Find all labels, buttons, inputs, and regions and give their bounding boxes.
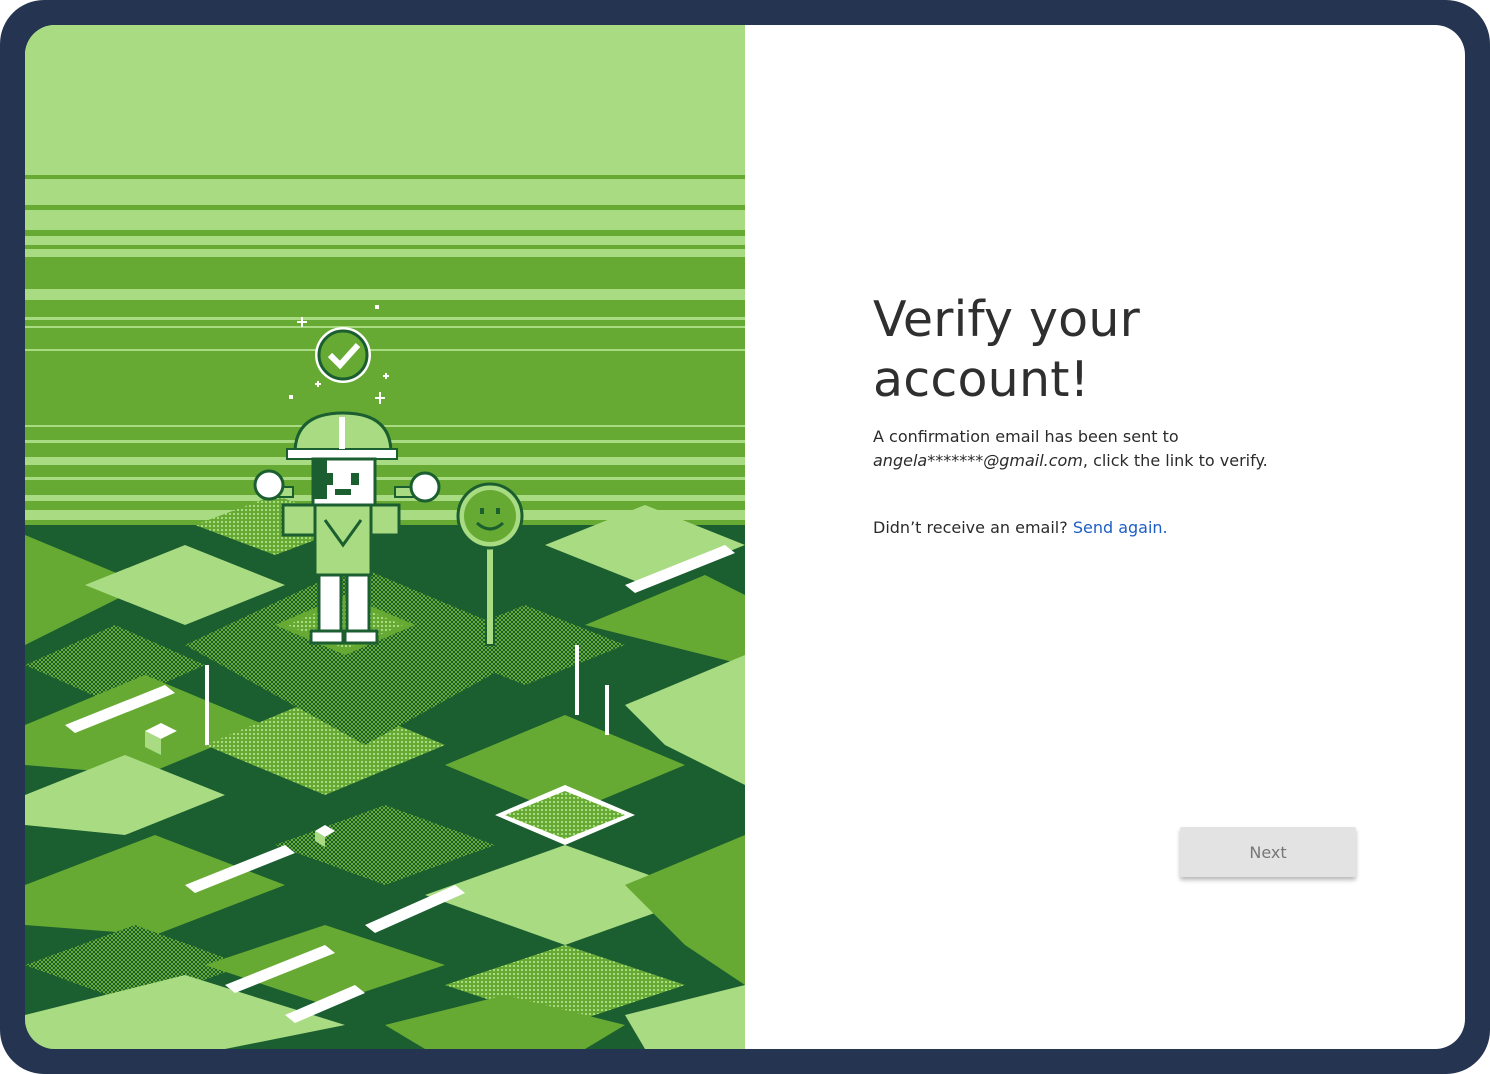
message-suffix: , click the link to verify. [1082,451,1268,470]
title-line-1: Verify your [873,291,1140,348]
verify-panel: Verify your account! A confirmation emai… [873,290,1333,537]
message-prefix: A confirmation email has been sent to [873,427,1179,446]
next-button[interactable]: Next [1180,827,1356,877]
title-line-2: account! [873,351,1090,408]
masked-email: angela*******@gmail.com [873,451,1083,470]
pixel-art-illustration [25,25,745,1049]
device-frame: Verify your account! A confirmation emai… [0,0,1490,1074]
resend-row: Didn’t receive an email? Send again. [873,518,1333,537]
page-title: Verify your account! [873,290,1333,410]
app-screen: Verify your account! A confirmation emai… [25,25,1465,1049]
send-again-link[interactable]: Send again. [1073,518,1168,537]
confirmation-message: A confirmation email has been sent to an… [873,425,1333,473]
resend-prompt: Didn’t receive an email? [873,518,1068,537]
